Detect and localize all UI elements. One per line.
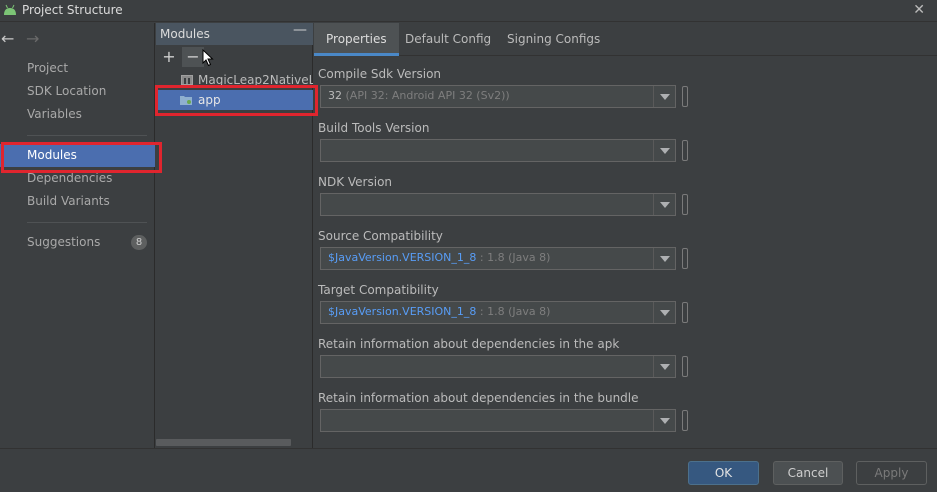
- cancel-button[interactable]: Cancel: [773, 461, 843, 485]
- build-tools-label: Build Tools Version: [318, 121, 430, 135]
- combo-value: $JavaVersion.VERSION_1_8 : 1.8 (Java 8): [328, 251, 551, 264]
- properties-panel: Properties Default Config Signing Config…: [314, 23, 937, 448]
- suggestions-count-badge: 8: [131, 235, 147, 250]
- nav-item-sdk-location[interactable]: SDK Location: [0, 80, 155, 103]
- browse-button[interactable]: [682, 248, 688, 269]
- dialog-footer: OK Cancel Apply: [0, 448, 937, 492]
- nav-item-project[interactable]: Project: [0, 57, 155, 80]
- retain-apk-combo[interactable]: [320, 355, 676, 378]
- title-bar: Project Structure ✕: [0, 0, 937, 22]
- tab-bar: Properties Default Config Signing Config…: [314, 23, 937, 56]
- remove-module-button[interactable]: −: [182, 47, 204, 67]
- nav-arrows: ← →: [0, 29, 60, 49]
- modules-toolbar: + −: [156, 45, 313, 71]
- nav-item-suggestions[interactable]: Suggestions 8: [0, 231, 155, 254]
- left-nav: ← → Project SDK Location Variables Modul…: [0, 23, 155, 448]
- chevron-down-icon[interactable]: [653, 86, 675, 107]
- forward-arrow-icon[interactable]: →: [26, 29, 39, 48]
- mouse-cursor-icon: [202, 49, 214, 67]
- combo-value: 32 (API 32: Android API 32 (Sv2)): [328, 89, 510, 102]
- chevron-down-icon[interactable]: [653, 302, 675, 323]
- back-arrow-icon[interactable]: ←: [1, 29, 14, 48]
- compile-sdk-label: Compile Sdk Version: [318, 67, 442, 81]
- android-logo-icon: [4, 4, 16, 15]
- ndk-version-combo[interactable]: [320, 193, 676, 216]
- build-tools-combo[interactable]: [320, 139, 676, 162]
- browse-button[interactable]: [682, 86, 688, 107]
- chevron-down-icon[interactable]: [653, 248, 675, 269]
- chevron-down-icon[interactable]: [653, 140, 675, 161]
- nav-item-label: Suggestions: [27, 235, 101, 249]
- ndk-version-label: NDK Version: [318, 175, 393, 189]
- browse-button[interactable]: [682, 140, 688, 161]
- add-module-button[interactable]: +: [158, 47, 180, 67]
- chevron-down-icon[interactable]: [653, 194, 675, 215]
- tab-signing-configs[interactable]: Signing Configs: [495, 23, 612, 56]
- nav-item-variables[interactable]: Variables: [0, 103, 155, 126]
- modules-panel-header: Modules —: [156, 22, 313, 45]
- window-title: Project Structure: [22, 3, 123, 17]
- source-compat-combo[interactable]: $JavaVersion.VERSION_1_8 : 1.8 (Java 8): [320, 247, 676, 270]
- tab-default-config[interactable]: Default Config: [393, 23, 503, 56]
- source-compat-label: Source Compatibility: [318, 229, 443, 243]
- retain-bundle-combo[interactable]: [320, 409, 676, 432]
- nav-divider: [27, 222, 147, 223]
- close-icon[interactable]: ✕: [913, 2, 925, 18]
- library-module-icon: [181, 75, 193, 85]
- apply-button[interactable]: Apply: [856, 461, 927, 485]
- browse-button[interactable]: [682, 356, 688, 377]
- modules-panel-title: Modules: [160, 27, 210, 41]
- compile-sdk-combo[interactable]: 32 (API 32: Android API 32 (Sv2)): [320, 85, 676, 108]
- horizontal-scrollbar[interactable]: [156, 439, 291, 446]
- tab-properties[interactable]: Properties: [314, 23, 399, 56]
- ok-button[interactable]: OK: [688, 461, 759, 485]
- browse-button[interactable]: [682, 194, 688, 215]
- chevron-down-icon[interactable]: [653, 410, 675, 431]
- retain-apk-label: Retain information about dependencies in…: [318, 337, 620, 351]
- target-compat-combo[interactable]: $JavaVersion.VERSION_1_8 : 1.8 (Java 8): [320, 301, 676, 324]
- target-compat-label: Target Compatibility: [318, 283, 439, 297]
- browse-button[interactable]: [682, 302, 688, 323]
- nav-item-build-variants[interactable]: Build Variants: [0, 190, 155, 213]
- combo-value: $JavaVersion.VERSION_1_8 : 1.8 (Java 8): [328, 305, 551, 318]
- highlight-box-modules: [1, 142, 162, 173]
- nav-divider: [27, 135, 147, 136]
- chevron-down-icon[interactable]: [653, 356, 675, 377]
- highlight-box-app: [155, 85, 318, 116]
- retain-bundle-label: Retain information about dependencies in…: [318, 391, 639, 405]
- browse-button[interactable]: [682, 410, 688, 431]
- minimize-icon[interactable]: —: [293, 22, 307, 38]
